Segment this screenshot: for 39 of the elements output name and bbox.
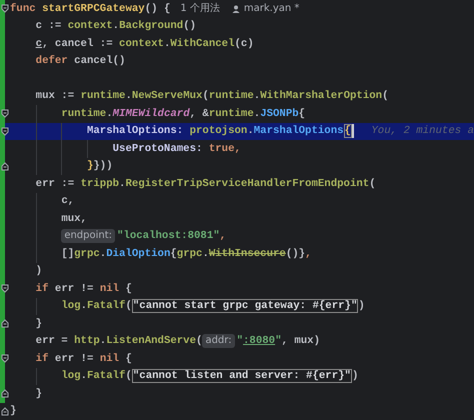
text-cursor [352,124,354,138]
fold-icon[interactable] [1,4,9,13]
code-text: func startGRPCGateway() { [10,2,170,17]
unfold-icon[interactable] [1,319,9,328]
blame-annotation: You, 2 minutes a [371,124,474,140]
code-text: c := context.Background() [36,19,196,34]
fold-icon[interactable] [1,126,9,136]
unfold-icon[interactable] [1,162,9,170]
code-text: runtime.MIMEWildcard, &runtime.JSONPb{ [61,106,306,122]
code-text: log.Fatalf("cannot listen and server: #{err}") [61,368,358,384]
fold-icon[interactable] [1,354,9,363]
code-text: } [10,404,16,420]
code-text: err = http.ListenAndServe( [36,334,202,350]
code-text: log.Fatalf("cannot start grpc gateway: #{err}") [61,298,365,314]
unfold-icon[interactable] [1,406,9,416]
code-text: []grpc.DialOption{grpc.WithInsecure()}, [61,246,312,262]
code-text: ) [36,264,42,280]
code-text: } [36,316,42,332]
code-text: if err != nil { [36,282,132,297]
code-text: }})) [86,159,113,174]
fold-icon[interactable] [1,109,9,118]
parameter-hint: endpoint: [61,229,116,244]
author-name[interactable]: mark.yan * [244,1,300,16]
code-text: ":8080", mux) [236,334,320,350]
fold-icon[interactable] [1,284,9,293]
parameter-hint: addr: [202,334,235,348]
code-text: } [36,386,42,402]
code-text: "localhost:8081", [117,229,226,244]
code-text: c, cancel := context.WithCancel(c) [36,36,254,52]
unfold-icon[interactable] [1,389,9,398]
code-text: err := trippb.RegisterTripServiceHandlerFromEndpoint( [36,176,376,192]
person-icon [232,4,240,13]
usage-count[interactable]: 1 个用法 [180,1,220,16]
code-text: if err != nil { [36,352,132,367]
code-text: UseProtoNames: true, [112,142,241,157]
code-text: mux := runtime.NewServeMux(runtime.WithMarshalerOption( [36,89,388,104]
code-text: mux, [61,212,87,227]
code-text: defer cancel() [36,54,126,70]
code-text: c, [61,194,74,210]
